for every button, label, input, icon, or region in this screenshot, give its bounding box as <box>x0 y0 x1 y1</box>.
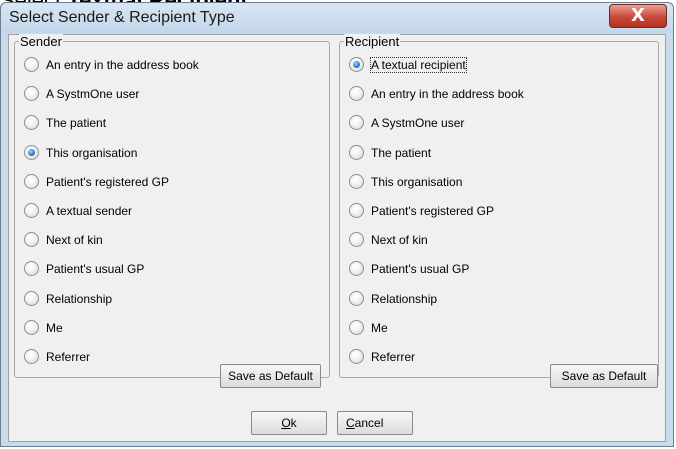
recipient-save-default-button[interactable]: Save as Default <box>550 364 658 388</box>
recipient-option-label: The patient <box>371 145 432 160</box>
sender-option-label: Patient's registered GP <box>46 174 170 189</box>
sender-radio-unchecked[interactable] <box>24 173 39 189</box>
recipient-option-label: An entry in the address book <box>371 87 524 102</box>
sender-option-label: An entry in the address book <box>46 58 199 72</box>
recipient-radio-unchecked[interactable] <box>349 173 364 189</box>
sender-option-label: The patient <box>46 116 107 131</box>
close-icon: X <box>631 5 645 26</box>
sender-radio-unchecked[interactable] <box>24 261 39 277</box>
recipient-option-label: This organisation <box>371 174 463 189</box>
window-title: Select Sender & Recipient Type <box>9 9 235 26</box>
recipient-radio-unchecked[interactable] <box>349 115 364 131</box>
close-button[interactable]: X <box>609 4 667 28</box>
ok-mnemonic: O <box>281 416 291 430</box>
dialog-body: Sender An entry in the address book A Sys… <box>8 34 666 442</box>
recipient-option-label: A SystmOne user <box>371 116 465 131</box>
sender-radio-unchecked[interactable] <box>24 57 39 72</box>
recipient-radio-unchecked[interactable] <box>349 290 364 306</box>
cancel-mnemonic: C <box>346 416 355 430</box>
recipient-radio-checked[interactable] <box>349 57 364 72</box>
recipient-option-label: Referrer <box>371 350 416 364</box>
ok-button[interactable]: Ok <box>251 411 327 435</box>
sender-option-label: Patient's usual GP <box>46 262 145 277</box>
recipient-radio-unchecked[interactable] <box>349 232 364 248</box>
sender-group: Sender An entry in the address book A Sys… <box>14 34 330 378</box>
sender-radio-unchecked[interactable] <box>24 115 39 131</box>
recipient-legend: Recipient <box>344 34 401 49</box>
sender-option-label: This organisation <box>46 145 138 160</box>
sender-option-label: Me <box>46 320 63 335</box>
recipient-option-label: A textual recipient <box>370 57 467 73</box>
recipient-option-label: Me <box>371 320 388 335</box>
recipient-radio-unchecked[interactable] <box>349 203 364 218</box>
sender-option-label: A textual sender <box>46 204 133 218</box>
recipient-option-label: Next of kin <box>371 233 428 248</box>
recipient-option-label: Patient's usual GP <box>371 262 470 277</box>
sender-radio-unchecked[interactable] <box>24 349 39 364</box>
dialog-window: Select Sender & Recipient Type X Sender … <box>0 2 674 447</box>
sender-option-label: Next of kin <box>46 233 103 248</box>
sender-option-label: Referrer <box>46 350 91 364</box>
recipient-option-label: Relationship <box>371 291 438 306</box>
recipient-radio-unchecked[interactable] <box>349 349 364 364</box>
ok-rest: k <box>290 416 297 430</box>
recipient-radio-unchecked[interactable] <box>349 86 364 102</box>
sender-option-label: Relationship <box>46 291 113 306</box>
sender-radio-unchecked[interactable] <box>24 290 39 306</box>
cancel-rest: ancel <box>354 416 384 430</box>
recipient-option-label: Patient's registered GP <box>371 204 495 218</box>
recipient-radio-unchecked[interactable] <box>349 144 364 160</box>
recipient-radio-unchecked[interactable] <box>349 319 364 335</box>
sender-radio-unchecked[interactable] <box>24 232 39 248</box>
sender-radio-checked[interactable] <box>24 144 39 160</box>
sender-save-default-button[interactable]: Save as Default <box>220 364 321 388</box>
sender-legend: Sender <box>19 34 63 49</box>
recipient-radio-unchecked[interactable] <box>349 261 364 277</box>
sender-radio-unchecked[interactable] <box>24 86 39 102</box>
title-bar[interactable]: Select Sender & Recipient Type X <box>1 3 673 33</box>
sender-option-label: A SystmOne user <box>46 87 140 102</box>
cancel-button[interactable]: Cancel <box>337 411 413 435</box>
recipient-group: Recipient A textual recipient An entry in… <box>339 34 659 378</box>
sender-radio-unchecked[interactable] <box>24 203 39 218</box>
sender-radio-unchecked[interactable] <box>24 319 39 335</box>
